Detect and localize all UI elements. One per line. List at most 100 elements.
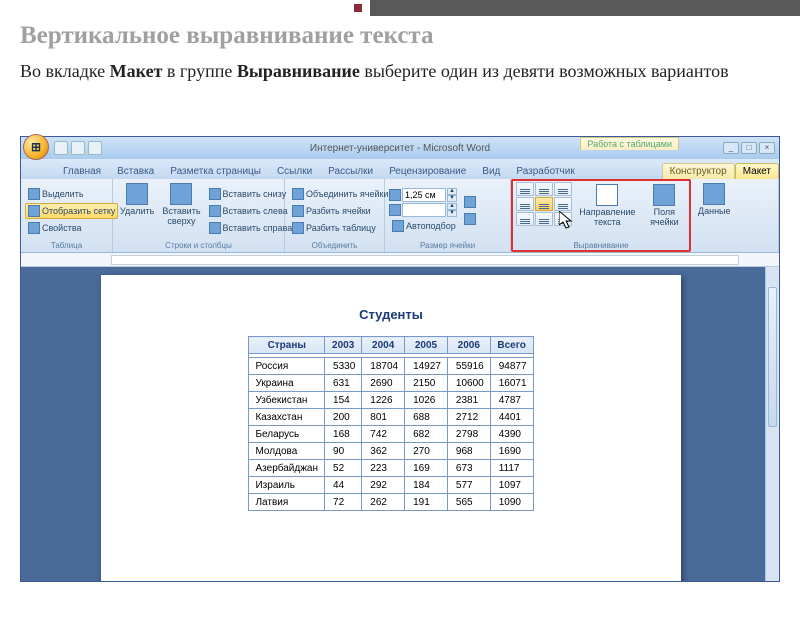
table-cell[interactable]: 968 [447, 443, 490, 460]
table-cell[interactable]: 1090 [490, 494, 533, 511]
table-cell[interactable]: 4390 [490, 426, 533, 443]
align-top-right[interactable] [554, 182, 572, 196]
table-cell[interactable]: 72 [325, 494, 362, 511]
table-cell[interactable]: 1097 [490, 477, 533, 494]
split-cells-button[interactable]: Разбить ячейки [289, 203, 391, 219]
table-cell[interactable]: 94877 [490, 358, 533, 375]
table-cell[interactable]: Узбекистан [249, 392, 325, 409]
table-cell[interactable]: 18704 [362, 358, 405, 375]
delete-button[interactable]: Удалить [117, 181, 157, 240]
maximize-button[interactable]: □ [741, 142, 757, 154]
tab-layout[interactable]: Разметка страницы [162, 163, 269, 179]
table-row[interactable]: Азербайджан522231696731117 [249, 460, 533, 477]
autofit-button[interactable]: Автоподбор [389, 218, 459, 234]
table-cell[interactable]: 169 [405, 460, 448, 477]
table-cell[interactable]: 270 [405, 443, 448, 460]
split-table-button[interactable]: Разбить таблицу [289, 220, 391, 236]
spin-up-icon[interactable]: ▲ [447, 188, 457, 195]
align-bottom-left[interactable] [516, 212, 534, 226]
qat-redo-icon[interactable] [88, 141, 102, 155]
tab-home[interactable]: Главная [55, 163, 109, 179]
table-cell[interactable]: 44 [325, 477, 362, 494]
dist-cols-button[interactable] [461, 211, 479, 227]
tab-design[interactable]: Конструктор [662, 163, 735, 179]
table-cell[interactable]: 688 [405, 409, 448, 426]
ruler[interactable] [21, 253, 779, 267]
table-cell[interactable]: 1690 [490, 443, 533, 460]
col-header[interactable]: Страны [249, 337, 325, 354]
table-row[interactable]: Казахстан20080168827124401 [249, 409, 533, 426]
align-top-center[interactable] [535, 182, 553, 196]
table-cell[interactable]: 362 [362, 443, 405, 460]
students-table[interactable]: Страны2003200420052006Всего Россия533018… [248, 336, 533, 511]
table-cell[interactable]: 5330 [325, 358, 362, 375]
minimize-button[interactable]: _ [723, 142, 739, 154]
table-cell[interactable]: 200 [325, 409, 362, 426]
tab-developer[interactable]: Разработчик [508, 163, 582, 179]
table-cell[interactable]: Израиль [249, 477, 325, 494]
table-row[interactable]: Молдова903622709681690 [249, 443, 533, 460]
dist-rows-button[interactable] [461, 194, 479, 210]
table-cell[interactable]: 673 [447, 460, 490, 477]
table-cell[interactable]: 682 [405, 426, 448, 443]
table-cell[interactable]: 55916 [447, 358, 490, 375]
spin-down-icon[interactable]: ▼ [447, 195, 457, 202]
table-cell[interactable]: 4787 [490, 392, 533, 409]
table-cell[interactable]: 10600 [447, 375, 490, 392]
close-button[interactable]: × [759, 142, 775, 154]
align-top-left[interactable] [516, 182, 534, 196]
qat-undo-icon[interactable] [71, 141, 85, 155]
spin-down-icon[interactable]: ▼ [447, 210, 457, 217]
select-button[interactable]: Выделить [25, 186, 118, 202]
table-cell[interactable]: Молдова [249, 443, 325, 460]
table-cell[interactable]: 16071 [490, 375, 533, 392]
table-cell[interactable]: 90 [325, 443, 362, 460]
col-header[interactable]: 2005 [405, 337, 448, 354]
table-cell[interactable]: 191 [405, 494, 448, 511]
table-cell[interactable]: 801 [362, 409, 405, 426]
align-middle-right[interactable] [554, 197, 572, 211]
text-direction-button[interactable]: Направление текста [574, 182, 641, 240]
spin-up-icon[interactable]: ▲ [447, 203, 457, 210]
table-cell[interactable]: Россия [249, 358, 325, 375]
table-cell[interactable]: 154 [325, 392, 362, 409]
tab-table-layout[interactable]: Макет [735, 163, 779, 179]
align-middle-left[interactable] [516, 197, 534, 211]
office-button[interactable]: ⊞ [23, 134, 49, 160]
table-cell[interactable]: 1026 [405, 392, 448, 409]
insert-below-button[interactable]: Вставить снизу [206, 186, 296, 202]
table-cell[interactable]: 14927 [405, 358, 448, 375]
table-cell[interactable]: 565 [447, 494, 490, 511]
tab-mailings[interactable]: Рассылки [320, 163, 381, 179]
table-cell[interactable]: 184 [405, 477, 448, 494]
table-cell[interactable]: 4401 [490, 409, 533, 426]
doc-heading[interactable]: Студенты [101, 307, 681, 322]
table-cell[interactable]: 1117 [490, 460, 533, 477]
table-cell[interactable]: 168 [325, 426, 362, 443]
col-header[interactable]: Всего [490, 337, 533, 354]
table-cell[interactable]: Беларусь [249, 426, 325, 443]
insert-left-button[interactable]: Вставить слева [206, 203, 296, 219]
insert-right-button[interactable]: Вставить справа [206, 220, 296, 236]
table-cell[interactable]: 223 [362, 460, 405, 477]
table-row[interactable]: Израиль442921845771097 [249, 477, 533, 494]
qat-save-icon[interactable] [54, 141, 68, 155]
align-bottom-center[interactable] [535, 212, 553, 226]
table-row[interactable]: Узбекистан1541226102623814787 [249, 392, 533, 409]
tab-view[interactable]: Вид [474, 163, 508, 179]
table-cell[interactable]: 52 [325, 460, 362, 477]
col-width-input[interactable]: ▲▼ [389, 203, 459, 217]
table-header-row[interactable]: Страны2003200420052006Всего [249, 337, 533, 354]
table-row[interactable]: Россия533018704149275591694877 [249, 358, 533, 375]
table-cell[interactable]: 2150 [405, 375, 448, 392]
vertical-scrollbar[interactable] [765, 267, 779, 581]
row-height-input[interactable]: ▲▼ [389, 188, 459, 202]
table-cell[interactable]: Латвия [249, 494, 325, 511]
table-row[interactable]: Украина631269021501060016071 [249, 375, 533, 392]
show-grid-button[interactable]: Отобразить сетку [25, 203, 118, 219]
tab-review[interactable]: Рецензирование [381, 163, 474, 179]
data-button[interactable]: Данные [695, 181, 734, 249]
align-middle-center[interactable] [535, 197, 553, 211]
table-cell[interactable]: 2690 [362, 375, 405, 392]
col-header[interactable]: 2003 [325, 337, 362, 354]
